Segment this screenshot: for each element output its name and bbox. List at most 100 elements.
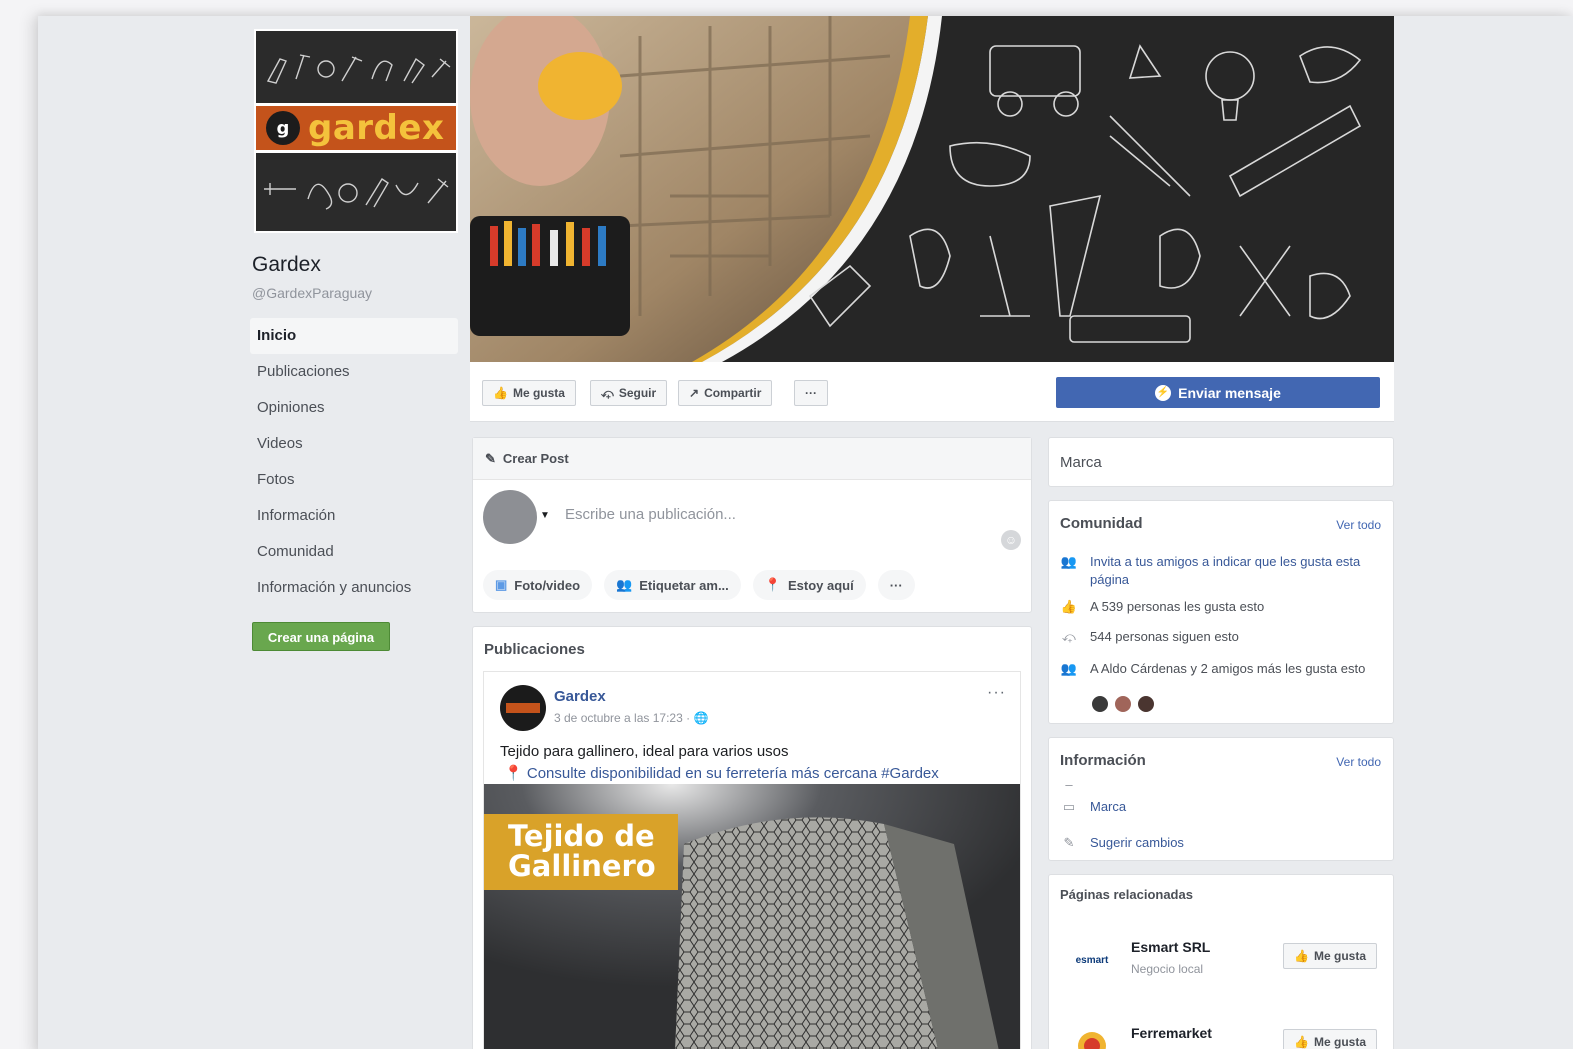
create-post-header[interactable]: ✎ Crear Post: [473, 438, 1031, 480]
info-empty-row: –: [1065, 777, 1073, 792]
related-page-like-button[interactable]: 👍 Me gusta: [1283, 943, 1377, 969]
related-page-item: esmart Esmart SRL Negocio local 👍 Me gus…: [1059, 933, 1385, 993]
thumbs-up-icon: 👍: [1294, 949, 1309, 963]
photo-video-button[interactable]: ▣ Foto/video: [483, 570, 593, 600]
tools-drawing-icon: [264, 178, 449, 210]
post-options-button[interactable]: ···: [987, 684, 1006, 702]
like-page-button[interactable]: 👍 Me gusta: [482, 380, 576, 406]
info-category-row[interactable]: ▭ Marca: [1060, 798, 1376, 816]
related-page-name[interactable]: Ferremarket: [1131, 1025, 1212, 1041]
avatar[interactable]: [1113, 694, 1133, 714]
post-body-text: Tejido para gallinero, ideal para varios…: [500, 743, 789, 760]
thumbs-up-icon: 👍: [1294, 1035, 1309, 1049]
page-action-bar: 👍 Me gusta ⤽ Seguir ↗ Compartir ··· ⚡ En…: [470, 362, 1394, 422]
pencil-icon: ✎: [1063, 835, 1075, 850]
avatar[interactable]: [1090, 694, 1110, 714]
related-page-logo[interactable]: [1059, 1029, 1125, 1049]
rss-icon: ⤽: [1062, 629, 1076, 644]
nav-item-inicio[interactable]: Inicio: [250, 318, 458, 354]
emoji-icon[interactable]: ☺: [1001, 530, 1021, 550]
friend-avatars: [1090, 694, 1156, 714]
related-pages-title: Páginas relacionadas: [1060, 887, 1193, 902]
post-timestamp[interactable]: 3 de octubre a las 17:23 · 🌐: [554, 711, 708, 725]
profile-tools-band-bottom: [256, 159, 456, 231]
post-body-text-2: 📍 Consulte disponibilidad en su ferreter…: [504, 765, 939, 782]
ferremarket-logo-icon: [1078, 1032, 1106, 1049]
invite-friends-row[interactable]: 👥 Invita a tus amigos a indicar que les …: [1060, 553, 1376, 589]
nav-item-videos[interactable]: Videos: [250, 426, 458, 462]
page-username[interactable]: @GardexParaguay: [252, 285, 372, 301]
suggest-edits-row[interactable]: ✎ Sugerir cambios: [1060, 834, 1376, 852]
friends-icon: 👥: [1060, 661, 1078, 676]
friends-like-row[interactable]: 👥 A Aldo Cárdenas y 2 amigos más les gus…: [1060, 660, 1376, 678]
related-pages-card: Páginas relacionadas esmart Esmart SRL N…: [1048, 874, 1394, 1049]
cover-illustration: [470, 16, 1394, 362]
related-page-name[interactable]: Esmart SRL: [1131, 939, 1210, 955]
chevron-down-icon[interactable]: ▼: [540, 510, 550, 521]
pin-icon: 📍: [504, 765, 523, 782]
post-composer-input[interactable]: Escribe una publicación...: [565, 500, 1005, 530]
pencil-icon: ✎: [485, 450, 496, 466]
avatar[interactable]: [1136, 694, 1156, 714]
page-nav: Inicio Publicaciones Opiniones Videos Fo…: [250, 318, 458, 606]
community-title: Comunidad: [1060, 515, 1143, 532]
posts-section: Publicaciones Gardex 3 de octubre a las …: [472, 626, 1032, 1049]
profile-picture[interactable]: g gardex: [254, 29, 458, 233]
rss-icon: ⤽: [601, 386, 614, 400]
cover-photo[interactable]: [470, 16, 1394, 362]
nav-item-informacion[interactable]: Información: [250, 498, 458, 534]
info-card: Información Ver todo – ▭ Marca ✎ Sugerir…: [1048, 737, 1394, 861]
nav-item-comunidad[interactable]: Comunidad: [250, 534, 458, 570]
tag-friends-button[interactable]: 👥 Etiquetar am...: [604, 570, 741, 600]
composer-more-button[interactable]: ···: [877, 570, 915, 600]
post-image[interactable]: Tejido de Gallinero: [484, 784, 1020, 1049]
location-pin-icon: 📍: [764, 577, 781, 592]
related-page-logo[interactable]: esmart: [1059, 943, 1125, 977]
share-icon: ↗: [689, 386, 700, 400]
send-message-button[interactable]: ⚡ Enviar mensaje: [1056, 377, 1380, 408]
checkin-button[interactable]: 📍 Estoy aquí: [752, 570, 866, 600]
messenger-icon: ⚡: [1155, 384, 1172, 401]
followers-count-row: ⤽ 544 personas siguen esto: [1060, 628, 1376, 646]
share-page-button[interactable]: ↗ Compartir: [678, 380, 773, 406]
tag-people-icon: 👥: [616, 577, 633, 592]
follow-page-button[interactable]: ⤽ Seguir: [590, 380, 668, 406]
category-label[interactable]: Marca: [1060, 454, 1102, 471]
image-caption-label: Tejido de Gallinero: [484, 814, 678, 890]
info-title: Información: [1060, 752, 1146, 769]
avatar[interactable]: [483, 490, 537, 544]
nav-item-opiniones[interactable]: Opiniones: [250, 390, 458, 426]
brand-logo: g gardex: [256, 103, 456, 153]
thumbs-up-icon: 👍: [1060, 599, 1078, 614]
globe-icon: 🌐: [693, 711, 709, 725]
post-card: Gardex 3 de octubre a las 17:23 · 🌐 ··· …: [483, 671, 1021, 1049]
composer-actions: ▣ Foto/video 👥 Etiquetar am... 📍 Estoy a…: [483, 570, 915, 602]
tools-drawing-icon: [266, 54, 451, 84]
related-page-item: Ferremarket 👍 Me gusta: [1059, 1019, 1385, 1049]
posts-title: Publicaciones: [484, 641, 585, 658]
category-card: Marca: [1048, 437, 1394, 487]
create-page-button[interactable]: Crear una página: [252, 622, 390, 651]
more-options-button[interactable]: ···: [794, 380, 828, 406]
community-see-all-link[interactable]: Ver todo: [1336, 518, 1381, 532]
thumbs-up-icon: 👍: [493, 386, 508, 400]
invite-icon: 👥: [1060, 554, 1078, 569]
post-author-avatar[interactable]: [500, 685, 546, 731]
page-title: Gardex: [252, 253, 321, 276]
create-post-card: ✎ Crear Post ▼ Escribe una publicación..…: [472, 437, 1032, 613]
nav-item-publicaciones[interactable]: Publicaciones: [250, 354, 458, 390]
related-page-category: Negocio local: [1131, 962, 1204, 976]
post-author-name[interactable]: Gardex: [554, 688, 606, 705]
nav-item-anuncios[interactable]: Información y anuncios: [250, 570, 458, 606]
related-page-like-button[interactable]: 👍 Me gusta: [1283, 1029, 1377, 1049]
profile-tools-band-top: [256, 31, 456, 103]
avatar-logo: [506, 703, 540, 713]
category-icon: ▭: [1062, 799, 1076, 814]
info-see-all-link[interactable]: Ver todo: [1336, 755, 1381, 769]
photo-icon: ▣: [495, 577, 508, 592]
logo-text: gardex: [308, 108, 445, 148]
nav-item-fotos[interactable]: Fotos: [250, 462, 458, 498]
likes-count-row: 👍 A 539 personas les gusta esto: [1060, 599, 1265, 614]
logo-mark-icon: g: [266, 111, 300, 145]
community-card: Comunidad Ver todo 👥 Invita a tus amigos…: [1048, 500, 1394, 724]
